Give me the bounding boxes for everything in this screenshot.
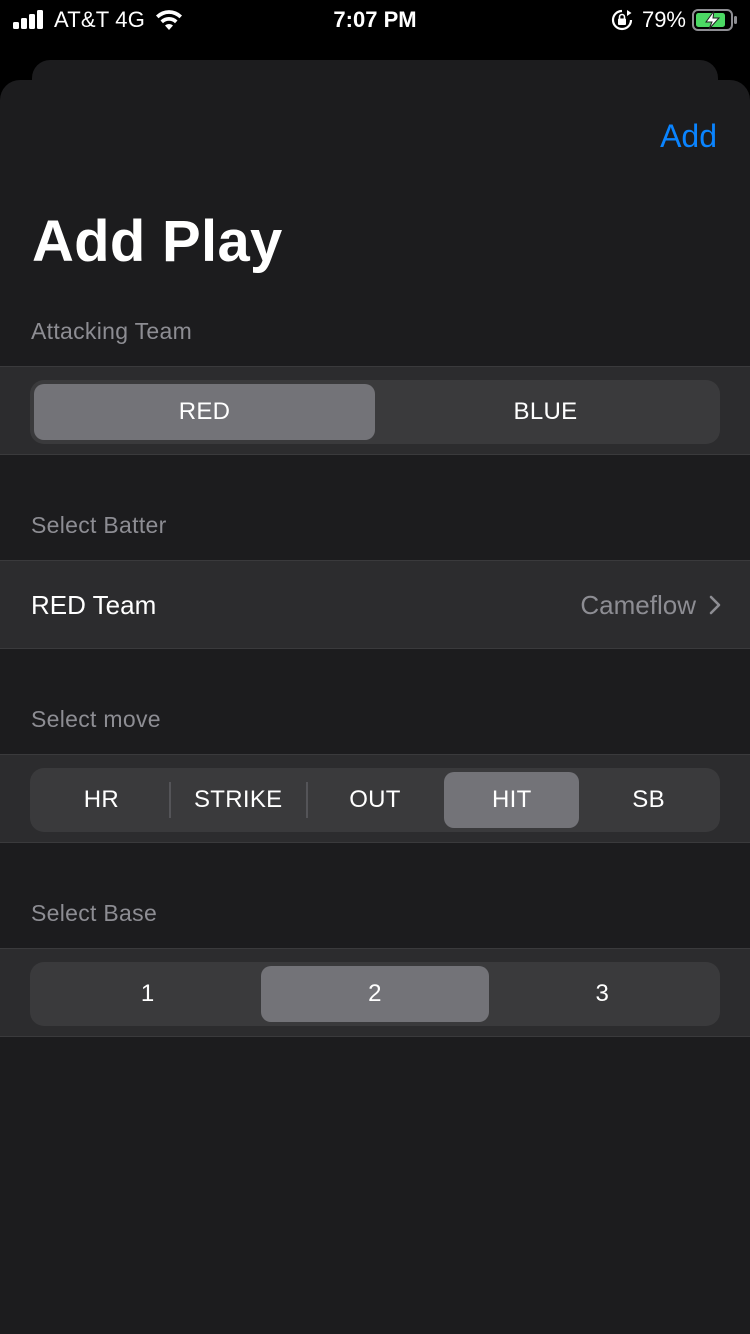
attacking-team-header: Attacking Team (31, 318, 193, 344)
segment-hit[interactable]: HIT (444, 772, 580, 828)
segment-strike[interactable]: STRIKE (171, 772, 306, 828)
select-base-header: Select Base (31, 900, 158, 926)
battery-percent: 79% (641, 7, 686, 32)
add-play-sheet: Add Add Play Attacking Team RED BLUE Sel… (0, 80, 750, 1334)
battery-charging-icon (692, 9, 737, 31)
batter-group: RED Team Cameflow (0, 560, 750, 649)
select-batter-header: Select Batter (31, 512, 167, 538)
segment-base-2[interactable]: 2 (261, 966, 489, 1022)
move-group: HR STRIKE OUT HIT SB (0, 754, 750, 843)
batter-team-label: RED Team (31, 589, 157, 620)
attacking-team-segmented-control: RED BLUE (30, 380, 720, 444)
orientation-lock-icon (611, 9, 633, 31)
segment-sb[interactable]: SB (581, 772, 716, 828)
screen: AT&T 4G 7:07 PM 79% Add Add Play Attacki… (0, 0, 750, 1334)
segment-base-3[interactable]: 3 (489, 966, 716, 1022)
select-move-header: Select move (31, 706, 161, 732)
batter-row[interactable]: RED Team Cameflow (0, 561, 750, 649)
segment-out[interactable]: OUT (308, 772, 443, 828)
segment-blue[interactable]: BLUE (375, 384, 716, 440)
base-group: 1 2 3 (0, 948, 750, 1037)
base-segmented-control: 1 2 3 (30, 962, 720, 1026)
chevron-right-icon (709, 595, 721, 615)
attacking-team-group: RED BLUE (0, 366, 750, 455)
page-title: Add Play (32, 209, 283, 274)
segment-red[interactable]: RED (34, 384, 375, 440)
segment-hr[interactable]: HR (34, 772, 169, 828)
batter-value: Cameflow (580, 589, 696, 620)
status-right: 79% (610, 7, 738, 32)
add-button[interactable]: Add (660, 118, 717, 155)
batter-selection: Cameflow (580, 590, 722, 621)
status-bar: AT&T 4G 7:07 PM 79% (0, 0, 750, 40)
segment-base-1[interactable]: 1 (34, 966, 261, 1022)
move-segmented-control: HR STRIKE OUT HIT SB (30, 768, 720, 832)
